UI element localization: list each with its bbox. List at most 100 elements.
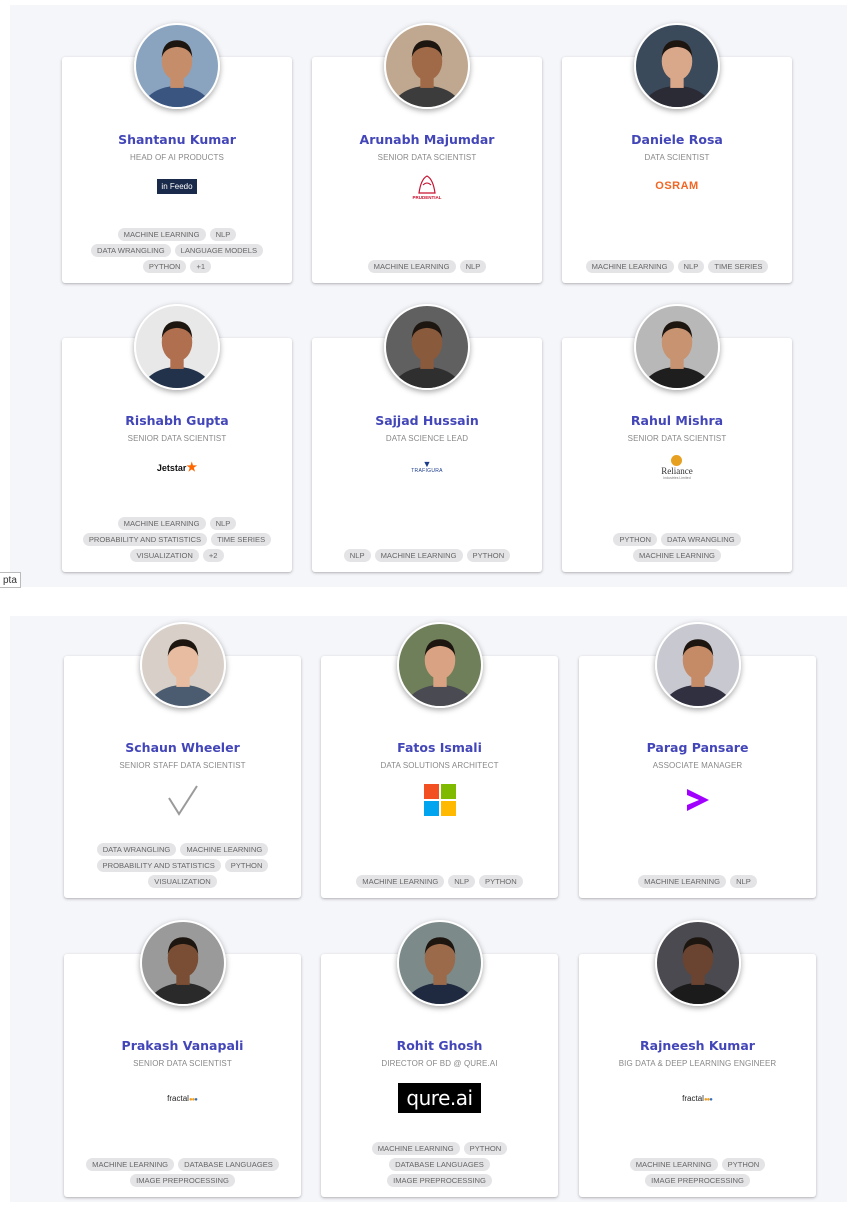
dot-icon: ●	[194, 1096, 198, 1103]
skill-tag: MACHINE LEARNING	[356, 875, 445, 888]
expert-name[interactable]: Parag Pansare	[579, 740, 816, 755]
company-logo	[321, 775, 558, 825]
expert-role: HEAD OF AI PRODUCTS	[130, 153, 224, 162]
expert-role: SENIOR DATA SCIENTIST	[133, 1059, 232, 1068]
avatar[interactable]	[384, 304, 470, 390]
skill-tag: MACHINE LEARNING	[629, 1158, 718, 1171]
portrait-icon	[656, 624, 739, 706]
skill-tag: TIME SERIES	[708, 260, 769, 273]
avatar[interactable]	[634, 304, 720, 390]
skill-tag: MACHINE LEARNING	[374, 549, 463, 562]
skill-tags: MACHINE LEARNING NLP PROBABILITY AND STATI…	[78, 517, 276, 562]
expert-role: SENIOR DATA SCIENTIST	[377, 153, 477, 162]
skill-tag: PYTHON	[479, 875, 523, 888]
skill-tag: IMAGE PREPROCESSING	[387, 1174, 492, 1187]
expert-name[interactable]: Rajneesh Kumar	[579, 1038, 816, 1053]
company-logo: Reliance Industries Limited	[562, 448, 792, 486]
skill-tag: PROBABILITY AND STATISTICS	[96, 859, 221, 872]
expert-card[interactable]: Schaun Wheeler SENIOR STAFF DATA SCIENTI…	[64, 622, 301, 898]
skill-tag: NLP	[677, 260, 705, 273]
expert-card[interactable]: Sajjad Hussain DATA SCIENCE LEAD ▼ TRAFI…	[312, 304, 542, 572]
avatar[interactable]	[654, 920, 741, 1006]
expert-card[interactable]: Parag Pansare ASSOCIATE MANAGER MACHINE …	[579, 622, 816, 898]
skill-tag: PYTHON	[721, 1158, 766, 1171]
company-logo-prudential: PRUDENTIAL	[413, 173, 442, 200]
avatar[interactable]	[396, 920, 483, 1006]
company-logo-infeedo: in Feedo	[157, 178, 197, 194]
avatar[interactable]	[134, 304, 220, 390]
triangle-icon: ▼	[422, 459, 432, 469]
company-logo-fractal: fractal●●●	[167, 1093, 198, 1103]
avatar[interactable]	[139, 920, 226, 1006]
expert-role: SENIOR DATA SCIENTIST	[627, 434, 727, 443]
avatar[interactable]	[654, 622, 741, 708]
skill-tags: DATA WRANGLING MACHINE LEARNING PROBABILIT…	[80, 843, 285, 888]
expert-name[interactable]: Rishabh Gupta	[62, 413, 292, 428]
avatar[interactable]	[134, 23, 220, 109]
avatar[interactable]	[396, 622, 483, 708]
avatar[interactable]	[384, 23, 470, 109]
expert-name[interactable]: Prakash Vanapali	[64, 1038, 301, 1053]
expert-card[interactable]: Daniele Rosa DATA SCIENTIST OSRAM MACHIN…	[562, 23, 792, 283]
company-logo: fractal●●●	[64, 1073, 301, 1123]
skill-tag: PYTHON	[466, 549, 511, 562]
more-tags-badge[interactable]: +1	[190, 260, 212, 273]
company-logo-trafigura: ▼ TRAFIGURA	[411, 459, 443, 475]
portrait-icon	[636, 306, 718, 388]
skill-tag: IMAGE PREPROCESSING	[645, 1174, 750, 1187]
portrait-icon	[136, 306, 218, 388]
skill-tags: MACHINE LEARNING NLP	[595, 875, 800, 888]
skill-tag: MACHINE LEARNING	[117, 517, 206, 530]
expert-name[interactable]: Shantanu Kumar	[62, 132, 292, 147]
expert-card[interactable]: Prakash Vanapali SENIOR DATA SCIENTIST f…	[64, 920, 301, 1197]
expert-card[interactable]: Rajneesh Kumar BIG DATA & DEEP LEARNING …	[579, 920, 816, 1197]
skill-tag: DATABASE LANGUAGES	[178, 1158, 279, 1171]
expert-name[interactable]: Daniele Rosa	[562, 132, 792, 147]
company-logo: Jetstar★	[62, 448, 292, 486]
skill-tag: DATABASE LANGUAGES	[389, 1158, 490, 1171]
skill-tag: DATA WRANGLING	[96, 843, 177, 856]
skill-tag: PROBABILITY AND STATISTICS	[82, 533, 208, 546]
skill-tag: MACHINE LEARNING	[633, 549, 721, 562]
expert-card[interactable]: Fatos Ismali DATA SOLUTIONS ARCHITECT MA…	[321, 622, 558, 898]
skill-tags: MACHINE LEARNING NLP TIME SERIES	[578, 260, 776, 273]
more-tags-badge[interactable]: +2	[202, 549, 224, 562]
star-icon: ★	[186, 460, 198, 474]
skill-tag: NLP	[459, 260, 487, 273]
expert-name[interactable]: Rahul Mishra	[562, 413, 792, 428]
checkmark-logo-icon	[167, 785, 198, 816]
portrait-icon	[386, 306, 468, 388]
avatar[interactable]	[139, 622, 226, 708]
skill-tag: IMAGE PREPROCESSING	[130, 1174, 235, 1187]
skill-tag: LANGUAGE MODELS	[174, 244, 264, 257]
company-logo: qure.ai	[321, 1073, 558, 1123]
company-logo-jetstar: Jetstar★	[156, 460, 198, 474]
expert-name[interactable]: Fatos Ismali	[321, 740, 558, 755]
expert-role: SENIOR STAFF DATA SCIENTIST	[119, 761, 246, 770]
expert-name[interactable]: Rohit Ghosh	[321, 1038, 558, 1053]
portrait-icon	[141, 922, 224, 1004]
expert-name[interactable]: Arunabh Majumdar	[312, 132, 542, 147]
expert-card[interactable]: Shantanu Kumar HEAD OF AI PRODUCTS in Fe…	[62, 23, 292, 283]
expert-card[interactable]: Arunabh Majumdar SENIOR DATA SCIENTIST P…	[312, 23, 542, 283]
expert-name[interactable]: Schaun Wheeler	[64, 740, 301, 755]
skill-tag: MACHINE LEARNING	[371, 1142, 460, 1155]
portrait-icon	[398, 922, 481, 1004]
skill-tag: NLP	[343, 549, 371, 562]
skill-tag: MACHINE LEARNING	[86, 1158, 175, 1171]
skill-tags: PYTHON DATA WRANGLING MACHINE LEARNING	[578, 533, 776, 562]
skill-tag: PYTHON	[142, 260, 187, 273]
expert-role: BIG DATA & DEEP LEARNING ENGINEER	[618, 1059, 777, 1068]
expert-card[interactable]: Rishabh Gupta SENIOR DATA SCIENTIST Jets…	[62, 304, 292, 572]
portrait-icon	[136, 25, 218, 107]
company-logo: PRUDENTIAL	[312, 167, 542, 205]
company-logo	[579, 775, 816, 825]
expert-card[interactable]: Rohit Ghosh DIRECTOR OF BD @ QURE.AI qur…	[321, 920, 558, 1197]
portrait-icon	[398, 624, 481, 706]
avatar[interactable]	[634, 23, 720, 109]
expert-card[interactable]: Rahul Mishra SENIOR DATA SCIENTIST Relia…	[562, 304, 792, 572]
company-logo: ▼ TRAFIGURA	[312, 448, 542, 486]
skill-tag: NLP	[448, 875, 476, 888]
company-logo-qureai: qure.ai	[398, 1083, 481, 1113]
expert-name[interactable]: Sajjad Hussain	[312, 413, 542, 428]
